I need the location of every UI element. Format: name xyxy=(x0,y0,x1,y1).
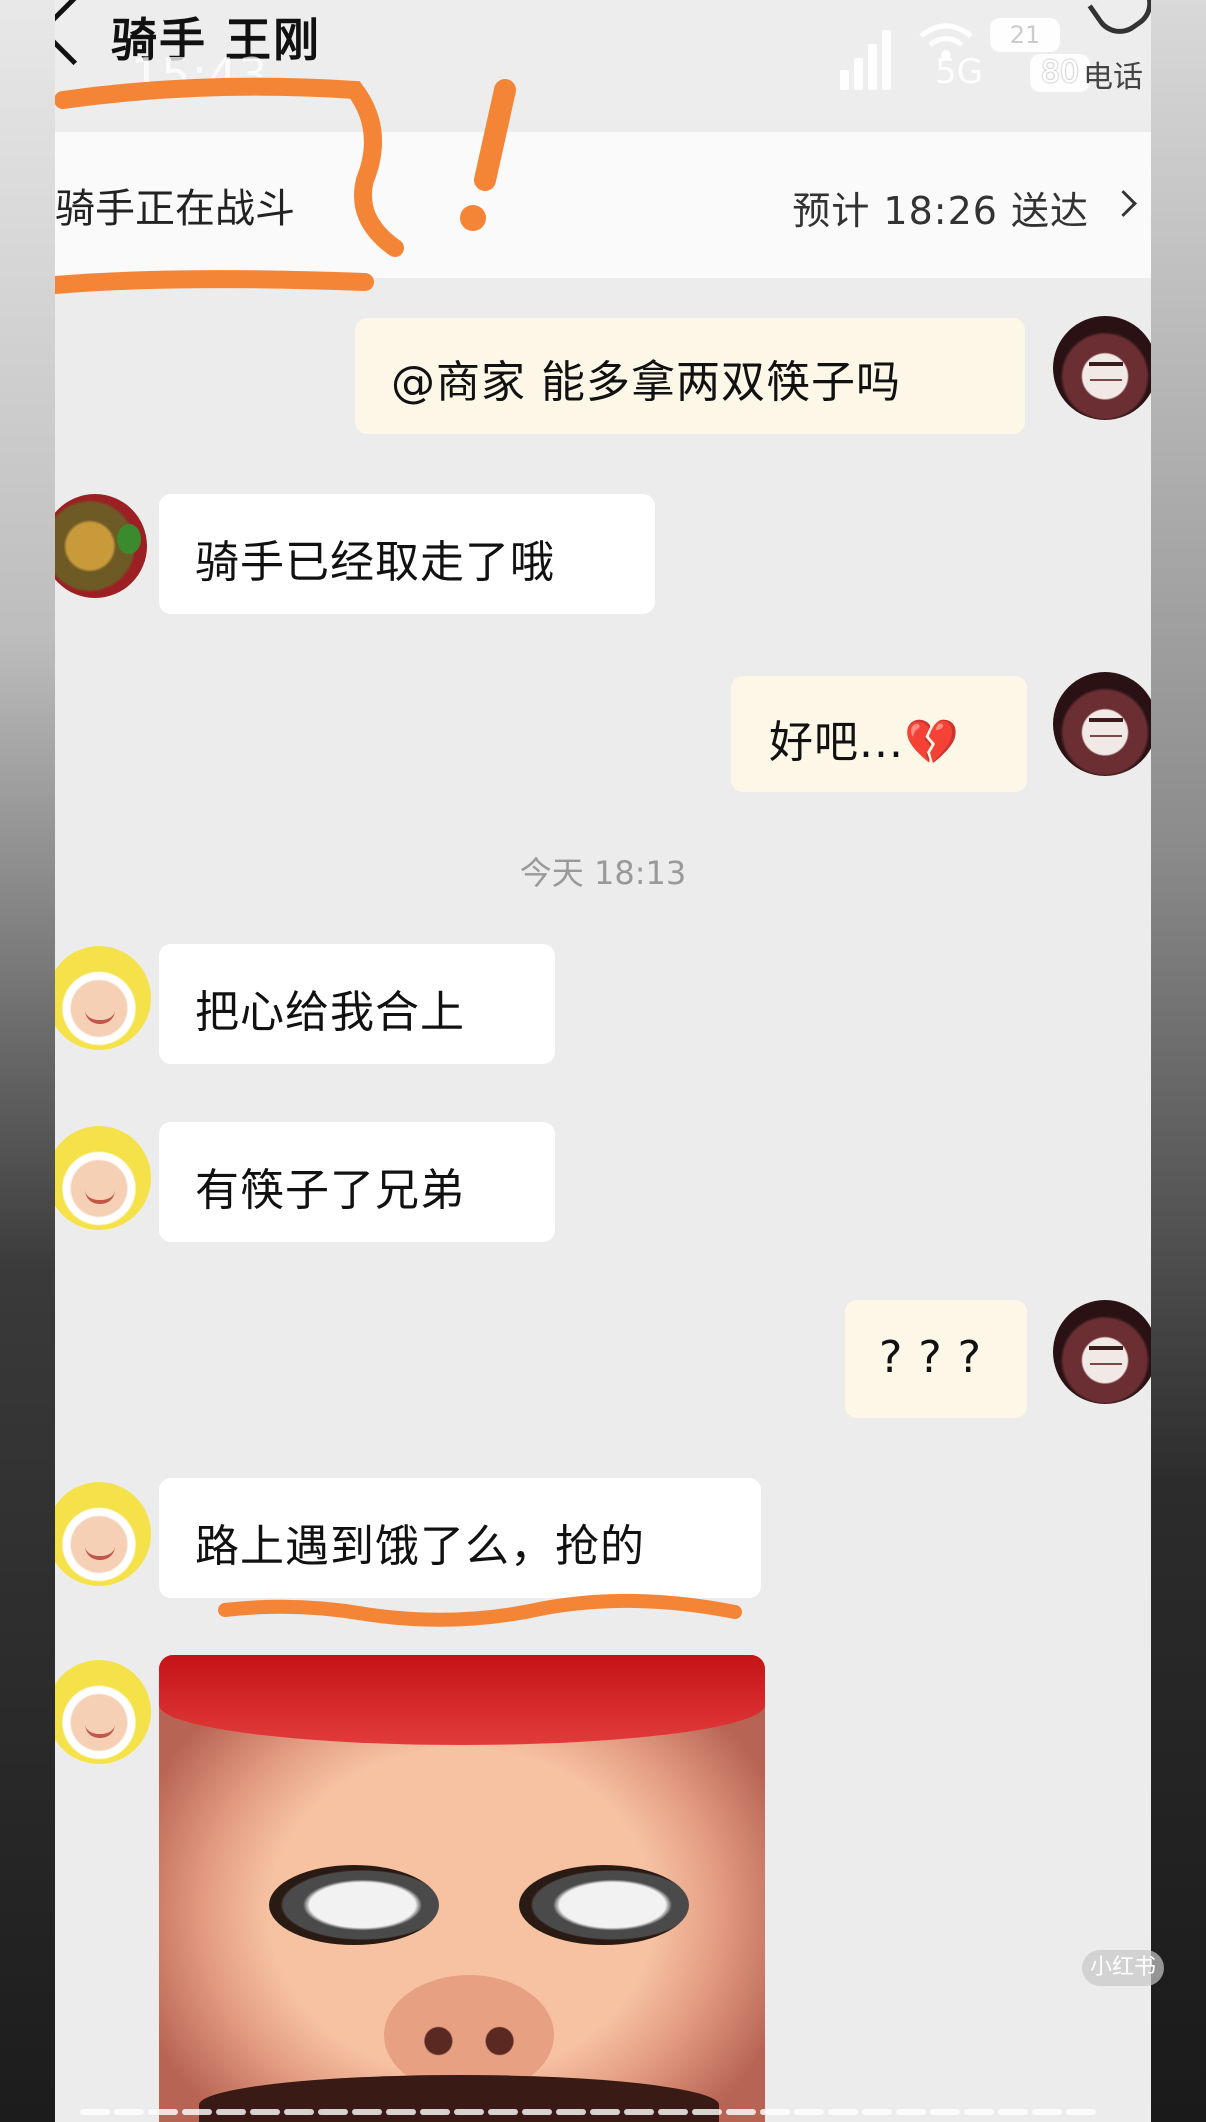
message-bubble[interactable]: 路上遇到饿了么，抢的 xyxy=(159,1478,761,1598)
right-backdrop xyxy=(1151,0,1206,2122)
left-backdrop xyxy=(0,0,55,2122)
phone-screen: 骑手 王刚 15:43 5G 21 80 电话 骑手正在战斗 预计 18:26 … xyxy=(55,0,1151,2122)
phone-call-icon[interactable] xyxy=(1087,0,1151,45)
watermark: 小红书 xyxy=(1082,1950,1164,1986)
eta-text: 预计 18:26 送达 xyxy=(792,189,1089,233)
signal-icon xyxy=(840,20,900,90)
message-bubble[interactable]: 把心给我合上 xyxy=(159,944,555,1064)
message-bubble[interactable]: ? ? ? xyxy=(845,1300,1027,1418)
avatar[interactable] xyxy=(55,1482,151,1586)
avatar[interactable] xyxy=(55,1660,151,1764)
progress-indicator xyxy=(80,2100,1110,2115)
avatar[interactable] xyxy=(1053,316,1151,420)
sticker-eye-left xyxy=(269,1865,439,1945)
annotation-underline xyxy=(218,1593,742,1627)
avatar[interactable] xyxy=(1053,1300,1151,1404)
sticker-image[interactable] xyxy=(159,1655,765,2122)
chevron-right-icon[interactable] xyxy=(1110,190,1137,217)
avatar[interactable] xyxy=(55,494,147,598)
annotation-scribble xyxy=(55,77,516,294)
call-button[interactable]: 电话 xyxy=(1083,52,1143,96)
avatar[interactable] xyxy=(55,946,151,1050)
message-bubble[interactable]: 好吧...💔 xyxy=(731,676,1027,792)
message-bubble[interactable]: @商家 能多拿两双筷子吗 xyxy=(355,318,1025,434)
back-icon[interactable] xyxy=(55,0,109,66)
message-bubble[interactable]: 有筷子了兄弟 xyxy=(159,1122,555,1242)
battery-indicator: 21 xyxy=(990,18,1060,52)
network-label: 5G xyxy=(935,52,983,92)
sticker-eye-right xyxy=(519,1865,689,1945)
battery-percent: 80 xyxy=(1030,54,1090,92)
avatar[interactable] xyxy=(55,1126,151,1230)
avatar[interactable] xyxy=(1053,672,1151,776)
sticker-hat xyxy=(159,1655,765,1745)
chat-timestamp: 今天 18:13 xyxy=(519,854,687,892)
message-bubble[interactable]: 骑手已经取走了哦 xyxy=(159,494,655,614)
